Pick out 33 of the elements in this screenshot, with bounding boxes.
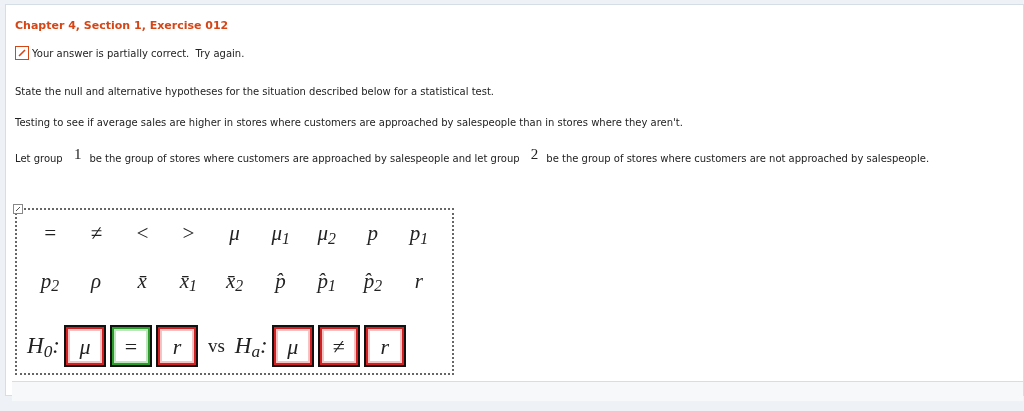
instruction-text: State the null and alternative hypotheses for the situation described below for a statistical test. xyxy=(15,84,496,99)
group-definition-text: Let group 1 be the group of stores where customers are approached by salespeople and let group 2 be the group of stores where customers are not approached by salespeople. xyxy=(15,145,931,166)
answer-box[interactable]: ≠ xyxy=(317,325,360,367)
hypothesis-label: H$_{0}$: xyxy=(27,331,60,364)
symbol-button[interactable]: x̄$_{2}$ xyxy=(219,265,250,297)
symbol-button[interactable]: μ xyxy=(219,218,250,250)
symbol-button[interactable]: p̂$_{2}$ xyxy=(357,265,388,297)
symbol-button[interactable]: x̄ xyxy=(127,265,158,297)
symbol-button[interactable]: = xyxy=(35,218,66,250)
symbol-button[interactable]: p$_{2}$ xyxy=(35,265,66,297)
symbol-button[interactable]: r xyxy=(403,265,434,297)
answer-box[interactable]: μ xyxy=(63,325,106,367)
symbol-button[interactable]: p$_{1}$ xyxy=(403,218,434,250)
pencil-icon[interactable] xyxy=(13,204,23,214)
answer-box[interactable]: = xyxy=(109,325,152,367)
symbol-button[interactable]: ≠ xyxy=(81,218,112,250)
symbol-button[interactable]: p̂$_{1}$ xyxy=(311,265,342,297)
symbol-button[interactable]: < xyxy=(127,218,158,250)
symbol-button[interactable]: μ$_{2}$ xyxy=(311,218,342,250)
symbol-button[interactable]: > xyxy=(173,218,204,250)
symbol-button[interactable]: p̂ xyxy=(265,265,296,297)
scenario-text: Testing to see if average sales are higher in stores where customers are approached by salespeople than in stores where they aren't. xyxy=(15,115,684,130)
feedback-text: Your answer is partially correct. Try again. xyxy=(32,46,245,61)
symbol-button[interactable]: x̄$_{1}$ xyxy=(173,265,204,297)
exercise-title: Chapter 4, Section 1, Exercise 012 xyxy=(15,18,230,34)
answer-box[interactable]: r xyxy=(363,325,406,367)
answer-box[interactable]: r xyxy=(155,325,198,367)
symbol-button[interactable]: p xyxy=(357,218,388,250)
symbol-button[interactable]: ρ xyxy=(81,265,112,297)
answer-box[interactable]: μ xyxy=(271,325,314,367)
hypothesis-label: H$_{a}$: xyxy=(234,331,268,364)
separator-text: vs xyxy=(207,333,225,358)
symbol-button[interactable]: μ$_{1}$ xyxy=(265,218,296,250)
